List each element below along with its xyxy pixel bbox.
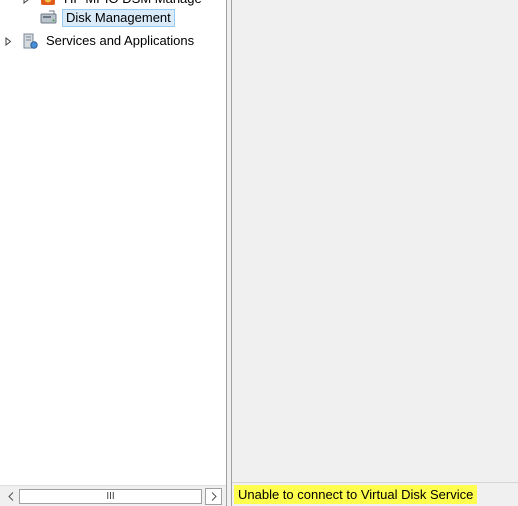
tree-item-label: Services and Applications xyxy=(46,33,195,48)
scrollbar-thumb[interactable]: III xyxy=(19,489,202,504)
expand-arrow-icon[interactable] xyxy=(22,0,31,4)
chevron-right-icon xyxy=(211,492,217,501)
scrollbar-grip: III xyxy=(106,491,115,502)
tree-item-label: Disk Management xyxy=(62,9,175,27)
expand-arrow-icon[interactable] xyxy=(4,36,13,46)
tree-item-disk-management[interactable]: Disk Management xyxy=(40,8,175,28)
tree-item-label: HP MPIO DSM Manage xyxy=(61,0,205,8)
status-message: Unable to connect to Virtual Disk Servic… xyxy=(234,485,478,504)
services-applications-icon xyxy=(21,33,39,49)
tree-item-services-and-applications[interactable]: Services and Applications xyxy=(4,31,197,51)
scroll-left-button[interactable] xyxy=(2,488,19,505)
horizontal-scrollbar[interactable]: III xyxy=(0,485,226,506)
disk-management-icon xyxy=(40,10,58,26)
console-tree-pane: HP MPIO DSM Manage Disk Management Servi… xyxy=(0,0,226,506)
status-bar: Unable to connect to Virtual Disk Servic… xyxy=(232,482,518,506)
scroll-right-button[interactable] xyxy=(205,488,222,505)
details-pane xyxy=(232,0,518,482)
mpio-dsm-icon xyxy=(39,0,57,7)
chevron-left-icon xyxy=(7,492,13,501)
